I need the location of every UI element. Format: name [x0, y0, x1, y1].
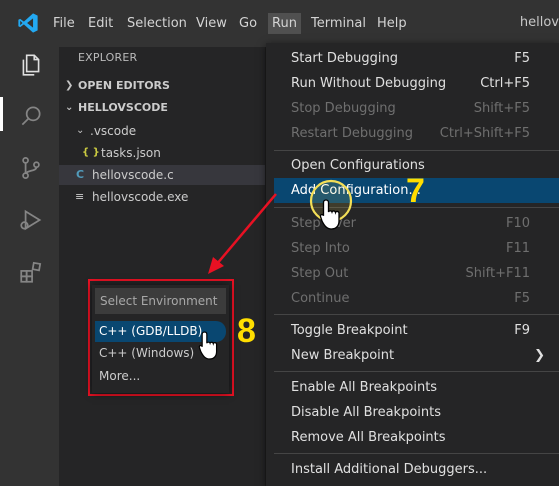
menu-item-run-without-debugging[interactable]: Run Without Debugging Ctrl+F5 — [274, 71, 559, 96]
shortcut-label: F10 — [505, 216, 530, 231]
menu-separator — [274, 453, 559, 454]
explorer-panel: EXPLORER ❯ OPEN EDITORS ⌄ HELLOVSCODE ⌄ … — [59, 47, 265, 486]
menu-separator — [274, 314, 559, 315]
menu-item-disable-all-breakpoints[interactable]: Disable All Breakpoints — [274, 400, 559, 425]
menu-item-continue: Continue F5 — [274, 286, 559, 311]
menu-item-label: Disable All Breakpoints — [291, 405, 442, 420]
shortcut-label: F11 — [505, 241, 530, 256]
activity-bar — [0, 47, 59, 486]
search-icon[interactable] — [18, 103, 44, 129]
explorer-title: EXPLORER — [78, 51, 138, 64]
menu-edit[interactable]: Edit — [88, 15, 113, 32]
c-file-icon: C — [76, 168, 85, 181]
chevron-down-icon: ⌄ — [65, 102, 74, 113]
hand-cursor-icon — [319, 199, 340, 230]
menu-item-label: Remove All Breakpoints — [291, 430, 446, 445]
menu-item-stop-debugging: Stop Debugging Shift+F5 — [274, 96, 559, 121]
exe-file-icon: ≡ — [75, 190, 85, 203]
source-control-icon[interactable] — [18, 155, 44, 181]
tree-item-hellovscode-exe[interactable]: ≡ hellovscode.exe — [59, 187, 265, 207]
c-file-label: hellovscode.c — [92, 168, 174, 182]
menu-item-enable-all-breakpoints[interactable]: Enable All Breakpoints — [274, 375, 559, 400]
folder-label: HELLOVSCODE — [78, 101, 168, 114]
menu-item-start-debugging[interactable]: Start Debugging F5 — [274, 46, 559, 71]
shortcut-label: Ctrl+F5 — [480, 76, 530, 91]
open-editors-section[interactable]: ❯ OPEN EDITORS — [59, 76, 265, 96]
menu-item-label: Add Configuration... — [291, 183, 421, 198]
active-indicator — [0, 97, 3, 131]
shortcut-label: F5 — [514, 51, 530, 66]
menu-selection[interactable]: Selection — [127, 15, 187, 32]
tree-item-tasks-json[interactable]: { } tasks.json — [59, 143, 265, 163]
menu-separator — [274, 371, 559, 372]
menu-item-label: Toggle Breakpoint — [291, 323, 408, 338]
menu-item-install-additional-debuggers[interactable]: Install Additional Debuggers... — [274, 457, 559, 482]
folder-section[interactable]: ⌄ HELLOVSCODE — [59, 98, 265, 118]
menu-terminal[interactable]: Terminal — [311, 15, 366, 32]
menu-item-label: Step Into — [291, 241, 350, 256]
shortcut-label: Shift+F5 — [473, 101, 530, 116]
exe-file-label: hellovscode.exe — [92, 190, 189, 204]
menu-run[interactable]: Run — [268, 13, 301, 34]
tree-item-hellovscode-c[interactable]: C hellovscode.c — [59, 165, 265, 185]
menu-item-step-out: Step Out Shift+F11 — [274, 261, 559, 286]
menu-item-label: Enable All Breakpoints — [291, 380, 438, 395]
menu-item-label: Stop Debugging — [291, 101, 396, 116]
json-file-icon: { } — [82, 147, 100, 158]
shortcut-label: Shift+F11 — [465, 266, 530, 281]
menu-item-step-over: Step Over F10 — [274, 211, 559, 236]
menu-item-new-breakpoint[interactable]: New Breakpoint ❯ — [274, 343, 559, 368]
tasks-file-label: tasks.json — [101, 146, 161, 160]
menu-item-label: Install Additional Debuggers... — [291, 462, 488, 477]
tree-item-vscode-folder[interactable]: ⌄ .vscode — [59, 121, 265, 141]
extensions-icon[interactable] — [18, 259, 44, 285]
menu-item-toggle-breakpoint[interactable]: Toggle Breakpoint F9 — [274, 318, 559, 343]
run-debug-icon[interactable] — [18, 207, 44, 233]
menu-item-label: Restart Debugging — [291, 126, 413, 141]
menu-item-label: Run Without Debugging — [291, 76, 447, 91]
shortcut-label: F9 — [514, 323, 530, 338]
menu-item-restart-debugging: Restart Debugging Ctrl+Shift+F5 — [274, 121, 559, 146]
run-menu-dropdown: Start Debugging F5 Run Without Debugging… — [266, 43, 559, 486]
shortcut-label: F5 — [514, 291, 530, 306]
menu-item-remove-all-breakpoints[interactable]: Remove All Breakpoints — [274, 425, 559, 450]
window-title: hellov — [519, 15, 559, 30]
chevron-right-icon: ❯ — [65, 80, 74, 91]
open-editors-label: OPEN EDITORS — [78, 79, 170, 92]
menu-file[interactable]: File — [53, 15, 75, 32]
environment-option-more[interactable]: More... — [95, 366, 226, 387]
menu-item-label: New Breakpoint — [291, 348, 395, 363]
menu-item-label: Continue — [291, 291, 350, 306]
files-icon[interactable] — [18, 52, 44, 78]
vscode-logo-icon — [18, 13, 38, 33]
title-bar: File Edit Selection View Go Run Terminal… — [0, 0, 559, 47]
menu-go[interactable]: Go — [239, 15, 257, 32]
menu-item-label: Open Configurations — [291, 158, 425, 173]
menu-view[interactable]: View — [196, 15, 227, 32]
vscode-folder-label: .vscode — [90, 124, 137, 138]
menu-item-step-into: Step Into F11 — [274, 236, 559, 261]
chevron-down-icon: ⌄ — [76, 125, 85, 136]
menu-separator — [274, 150, 559, 151]
menu-help[interactable]: Help — [377, 15, 407, 32]
chevron-right-icon: ❯ — [534, 348, 545, 363]
step-7-label: 7 — [406, 172, 425, 210]
environment-search-input[interactable]: Select Environment — [95, 288, 226, 314]
step-8-label: 8 — [237, 312, 256, 350]
shortcut-label: Ctrl+Shift+F5 — [439, 126, 530, 141]
menu-item-label: Step Out — [291, 266, 349, 281]
menu-item-label: Start Debugging — [291, 51, 398, 66]
hand-cursor-icon — [198, 331, 218, 360]
